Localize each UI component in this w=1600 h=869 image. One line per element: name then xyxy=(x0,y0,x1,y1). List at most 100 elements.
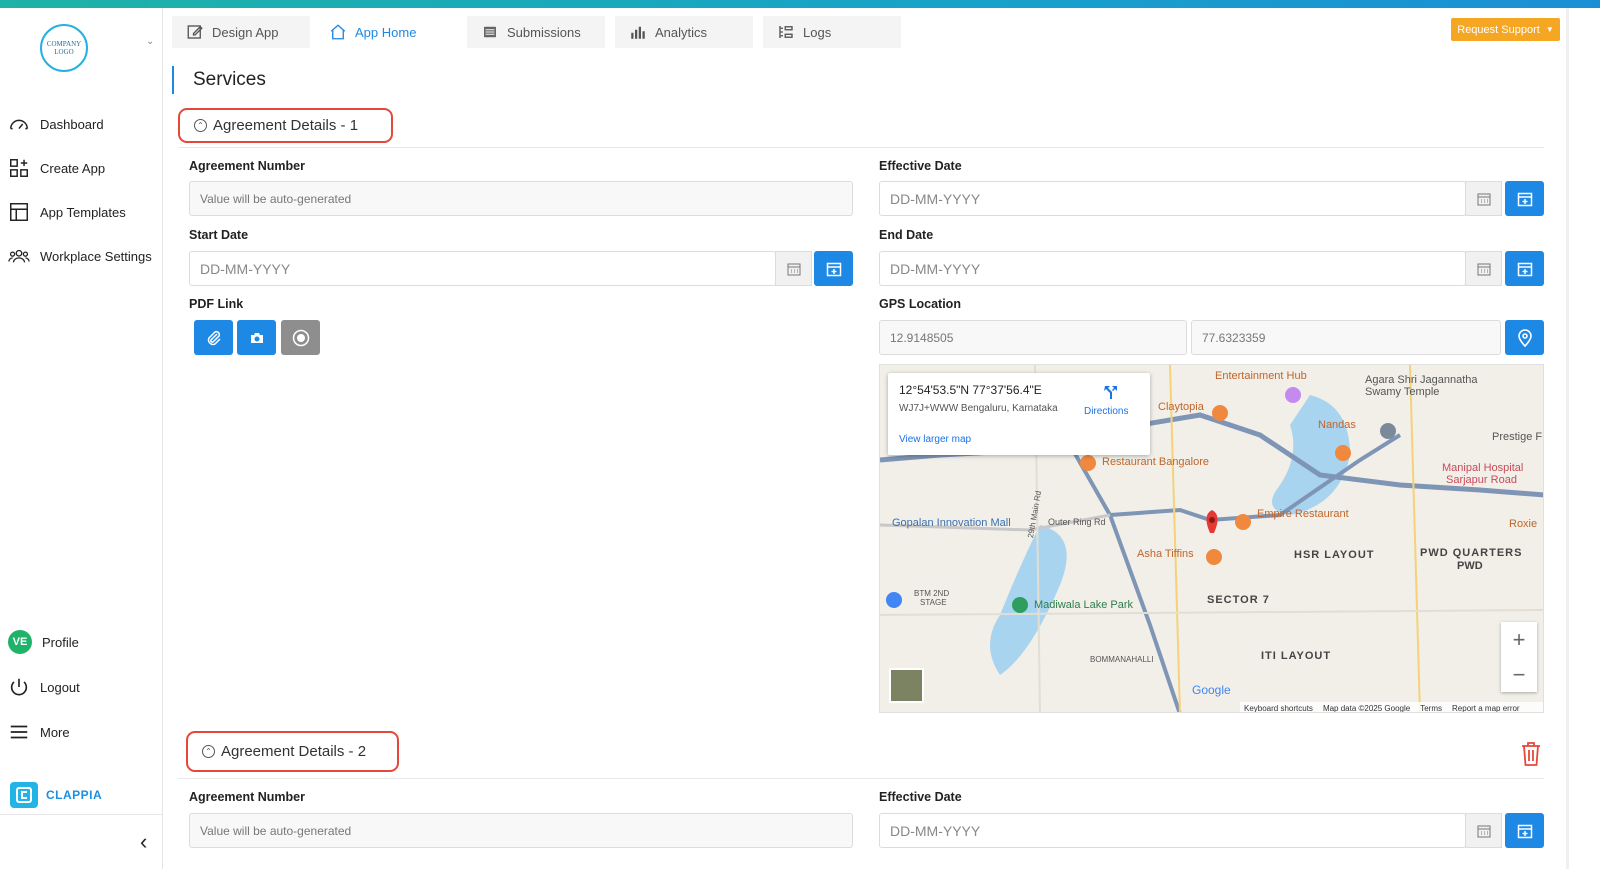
record-icon xyxy=(292,329,309,346)
chevron-down-icon: ▼ xyxy=(1545,25,1554,34)
zoom-out-button[interactable]: − xyxy=(1501,657,1537,692)
latitude-input[interactable]: 12.9148505 xyxy=(879,320,1187,355)
map-label: Madiwala Lake Park xyxy=(1034,599,1134,611)
agreement-number-input[interactable]: Value will be auto-generated xyxy=(189,813,853,848)
tab-label: Logs xyxy=(803,24,832,40)
map-label: Prestige F xyxy=(1492,431,1543,443)
map-label: Outer Ring Rd xyxy=(1048,517,1106,527)
end-date-input[interactable]: DD-MM-YYYY xyxy=(879,251,1466,286)
calendar-icon[interactable] xyxy=(1465,251,1502,286)
calendar-today-icon xyxy=(1517,824,1532,838)
users-icon xyxy=(8,249,30,263)
power-icon xyxy=(10,678,28,696)
today-button[interactable] xyxy=(1505,181,1544,216)
map-label: BTM 2ND xyxy=(914,589,950,598)
map-label: PWD xyxy=(1457,560,1483,572)
page-title: Services xyxy=(172,66,266,94)
effective-date-input[interactable]: DD-MM-YYYY xyxy=(879,181,1466,216)
sidebar-item-label: Workplace Settings xyxy=(40,248,152,264)
request-support-label: Request Support xyxy=(1457,23,1540,36)
sidebar-item-label: Dashboard xyxy=(40,116,104,132)
today-button[interactable] xyxy=(1505,813,1544,848)
collapse-icon: ⌃ xyxy=(194,119,207,132)
map-label: HSR LAYOUT xyxy=(1294,549,1375,561)
map-label: Empire Restaurant xyxy=(1257,508,1349,520)
chevron-left-icon[interactable]: ‹ xyxy=(140,829,147,855)
tab-app-home[interactable]: App Home xyxy=(315,16,463,48)
directions-link[interactable]: Directions xyxy=(1084,406,1128,417)
map-label: BOMMANAHALLI xyxy=(1090,655,1154,664)
today-button[interactable] xyxy=(1505,251,1544,286)
calendar-icon[interactable] xyxy=(1465,181,1502,216)
tab-analytics[interactable]: Analytics xyxy=(615,16,753,48)
tab-label: Submissions xyxy=(507,24,581,40)
map-label: Manipal Hospital xyxy=(1442,462,1524,474)
home-icon xyxy=(330,24,346,40)
today-button[interactable] xyxy=(814,251,853,286)
sidebar-item-workplace-settings[interactable]: Workplace Settings xyxy=(8,244,152,268)
section-header-agreement-2[interactable]: ⌃ Agreement Details - 2 xyxy=(186,731,399,772)
agreement-number-input[interactable]: Value will be auto-generated xyxy=(189,181,853,216)
tab-logs[interactable]: Logs xyxy=(763,16,901,48)
sidebar-item-more[interactable]: More xyxy=(8,720,70,744)
avatar: VE xyxy=(8,630,32,654)
map-label: PWD QUARTERS xyxy=(1420,547,1523,559)
map-label: Asha Tiffins xyxy=(1137,548,1194,560)
page-scrollbar[interactable] xyxy=(1566,8,1569,869)
map-label: Swamy Temple xyxy=(1365,386,1440,398)
view-larger-map-link[interactable]: View larger map xyxy=(899,434,971,445)
template-icon xyxy=(10,203,28,221)
request-support-button[interactable]: Request Support ▼ xyxy=(1451,18,1560,41)
map-coordinates: 12°54'53.5"N 77°37'56.4"E xyxy=(899,383,1042,397)
map-footer: Keyboard shortcuts Map data ©2025 Google… xyxy=(1240,702,1543,713)
company-logo[interactable]: COMPANY LOGO xyxy=(40,24,88,72)
terms-link[interactable]: Terms xyxy=(1420,704,1442,713)
section-header-agreement-1[interactable]: ⌃ Agreement Details - 1 xyxy=(178,108,393,143)
tab-design-app[interactable]: Design App xyxy=(172,16,310,48)
camera-button[interactable] xyxy=(237,320,276,355)
record-button[interactable] xyxy=(281,320,320,355)
locate-button[interactable] xyxy=(1505,320,1544,355)
map-label: Roxie xyxy=(1509,518,1538,530)
map-label: Sarjapur Road xyxy=(1446,474,1517,486)
map-label: SECTOR 7 xyxy=(1207,594,1270,606)
sidebar-item-profile[interactable]: VE Profile xyxy=(8,630,79,654)
map-address: WJ7J+WWW Bengaluru, Karnataka xyxy=(899,403,1058,414)
chevron-down-icon[interactable]: ⌄ xyxy=(146,36,154,47)
tab-label: App Home xyxy=(355,24,417,40)
sidebar-item-dashboard[interactable]: Dashboard xyxy=(8,112,104,136)
trash-icon[interactable] xyxy=(1520,741,1542,767)
start-date-input[interactable]: DD-MM-YYYY xyxy=(189,251,776,286)
brand-name: CLAPPIA xyxy=(46,788,103,802)
sidebar-item-label: App Templates xyxy=(40,204,126,220)
keyboard-shortcuts-link[interactable]: Keyboard shortcuts xyxy=(1244,704,1313,713)
map[interactable]: Entertainment Hub Agara Shri Jagannatha … xyxy=(879,364,1544,713)
sidebar-item-logout[interactable]: Logout xyxy=(8,675,80,699)
map-label: STAGE xyxy=(920,598,947,607)
tab-submissions[interactable]: Submissions xyxy=(467,16,605,48)
report-map-error-link[interactable]: Report a map error xyxy=(1452,704,1520,713)
calendar-icon[interactable] xyxy=(775,251,812,286)
effective-date-input[interactable]: DD-MM-YYYY xyxy=(879,813,1466,848)
sidebar-item-app-templates[interactable]: App Templates xyxy=(8,200,126,224)
list-icon xyxy=(484,26,496,38)
google-logo: Google xyxy=(1192,683,1231,697)
calendar-today-icon xyxy=(826,262,841,276)
directions-icon[interactable] xyxy=(1102,383,1120,401)
pdf-link-label: PDF Link xyxy=(189,297,244,311)
brand: CLAPPIA xyxy=(10,782,102,808)
sidebar-item-label: Logout xyxy=(40,679,80,695)
longitude-input[interactable]: 77.6323359 xyxy=(1191,320,1501,355)
sidebar-item-create-app[interactable]: Create App xyxy=(8,156,105,180)
attach-file-button[interactable] xyxy=(194,320,233,355)
end-date-label: End Date xyxy=(879,228,934,242)
top-accent-bar xyxy=(0,0,1600,8)
effective-date-label: Effective Date xyxy=(879,159,962,173)
tab-label: Design App xyxy=(212,24,279,40)
zoom-in-button[interactable]: + xyxy=(1501,622,1537,657)
menu-icon xyxy=(10,725,28,739)
calendar-icon[interactable] xyxy=(1465,813,1502,848)
sidebar-item-label: More xyxy=(40,724,70,740)
gauge-icon xyxy=(10,119,28,130)
start-date-label: Start Date xyxy=(189,228,249,242)
